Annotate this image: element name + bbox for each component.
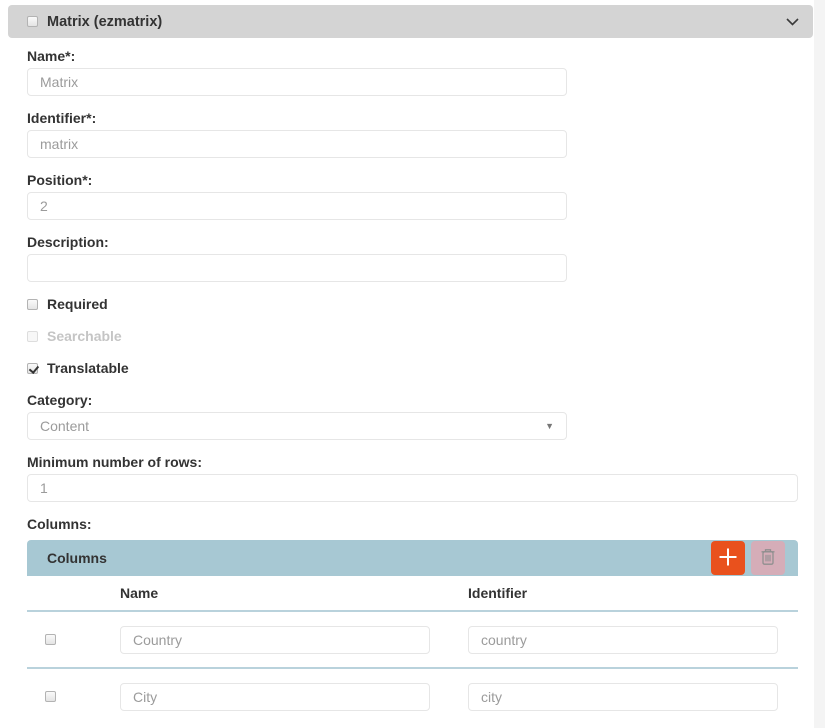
position-field: Position*: — [27, 172, 798, 220]
description-field: Description: — [27, 234, 798, 282]
position-label: Position*: — [27, 172, 798, 188]
fieldtype-panel-header[interactable]: Matrix (ezmatrix) — [8, 5, 813, 38]
identifier-input[interactable] — [27, 130, 567, 158]
row-select-checkbox[interactable] — [45, 691, 56, 702]
min-rows-field: Minimum number of rows: — [27, 454, 798, 502]
searchable-label: Searchable — [47, 328, 122, 344]
name-input[interactable] — [27, 68, 567, 96]
column-identifier-input[interactable] — [468, 683, 778, 711]
column-identifier-input[interactable] — [468, 626, 778, 654]
required-label: Required — [47, 296, 108, 312]
category-field: Category: Content ▼ — [27, 392, 798, 440]
searchable-checkbox-row: Searchable — [27, 328, 798, 344]
columns-field-label: Columns: — [27, 516, 798, 532]
delete-column-button — [751, 541, 785, 575]
columns-table-header: Name Identifier — [27, 576, 798, 610]
column-header-identifier: Identifier — [468, 585, 798, 601]
category-select[interactable]: Content ▼ — [27, 412, 567, 440]
fieldtype-edit-page: Matrix (ezmatrix) Name*: Identifier*: Po… — [0, 0, 825, 728]
searchable-checkbox — [27, 331, 38, 342]
column-name-input[interactable] — [120, 626, 430, 654]
column-name-input[interactable] — [120, 683, 430, 711]
description-input[interactable] — [27, 254, 567, 282]
fieldtype-select-checkbox[interactable] — [27, 16, 38, 27]
required-checkbox[interactable] — [27, 299, 38, 310]
identifier-label: Identifier*: — [27, 110, 798, 126]
fieldtype-settings-form: Name*: Identifier*: Position*: Descripti… — [27, 38, 798, 724]
identifier-field: Identifier*: — [27, 110, 798, 158]
trash-icon — [760, 548, 776, 569]
name-label: Name*: — [27, 48, 798, 64]
table-row — [27, 667, 798, 724]
min-rows-label: Minimum number of rows: — [27, 454, 798, 470]
chevron-down-icon[interactable] — [786, 18, 799, 26]
columns-panel: Columns — [27, 540, 798, 724]
column-header-name: Name — [120, 585, 468, 601]
description-label: Description: — [27, 234, 798, 250]
min-rows-input[interactable] — [27, 474, 798, 502]
columns-panel-header: Columns — [27, 540, 798, 576]
translatable-checkbox-row[interactable]: Translatable — [27, 360, 798, 376]
add-column-button[interactable] — [711, 541, 745, 575]
row-select-checkbox[interactable] — [45, 634, 56, 645]
translatable-checkbox[interactable] — [27, 363, 38, 374]
name-field: Name*: — [27, 48, 798, 96]
position-input[interactable] — [27, 192, 567, 220]
panel-title: Matrix (ezmatrix) — [47, 14, 162, 30]
scrollbar-gutter[interactable] — [814, 0, 825, 728]
table-row — [27, 610, 798, 667]
plus-icon — [718, 547, 738, 570]
dropdown-caret-icon: ▼ — [545, 422, 554, 431]
columns-toolbar — [711, 541, 785, 575]
category-selected-value: Content — [40, 418, 89, 434]
category-label: Category: — [27, 392, 798, 408]
translatable-label: Translatable — [47, 360, 129, 376]
required-checkbox-row[interactable]: Required — [27, 296, 798, 312]
columns-panel-title: Columns — [47, 550, 107, 566]
